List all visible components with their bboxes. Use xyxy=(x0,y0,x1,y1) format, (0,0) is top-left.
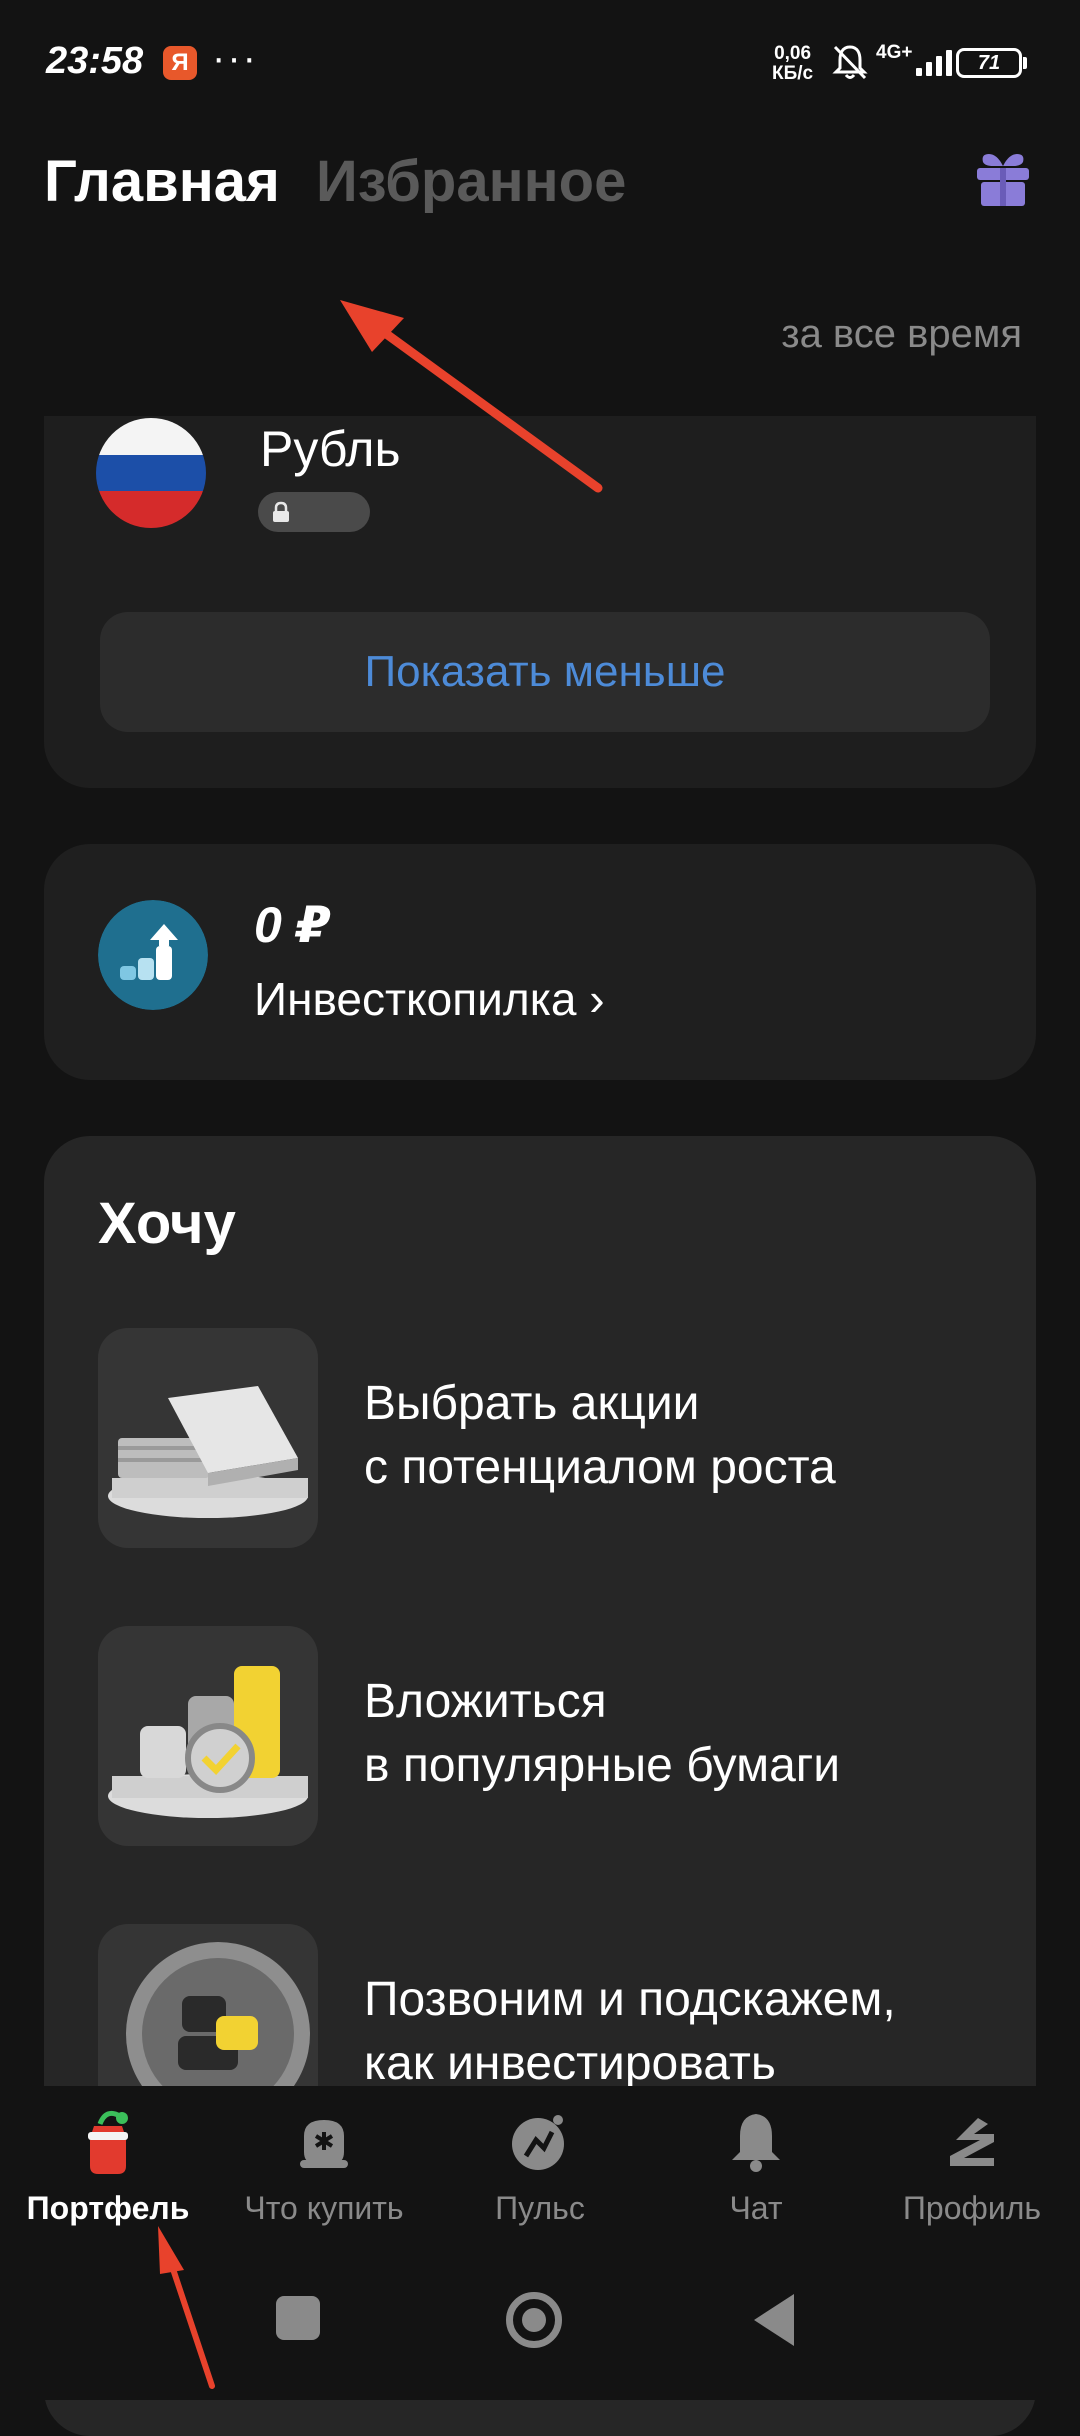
back-button[interactable] xyxy=(754,2294,794,2346)
nav-profile-label: Профиль xyxy=(902,2190,1042,2226)
tab-main[interactable]: Главная xyxy=(44,148,280,215)
item-stocks-growth[interactable]: Выбрать акции с потенциалом роста xyxy=(364,1372,1004,1500)
signal-icon xyxy=(916,46,952,76)
muted-bell-icon xyxy=(832,45,868,80)
period-selector[interactable]: за все время xyxy=(781,312,1022,357)
nav-pulse[interactable]: Пульс xyxy=(440,2104,640,2227)
popular-papers-tile[interactable] xyxy=(98,1626,318,1846)
investkopilka-icon xyxy=(98,900,208,1010)
item-line2: в популярные бумаги xyxy=(364,1739,841,1792)
item-line2: как инвестировать xyxy=(364,2037,776,2086)
nav-pulse-label: Пульс xyxy=(495,2190,585,2226)
profile-icon xyxy=(950,2118,994,2166)
status-time: 23:58 xyxy=(46,40,144,82)
russia-flag-icon xyxy=(96,418,206,528)
tab-favorites[interactable]: Избранное xyxy=(316,148,626,215)
popular-papers-icon xyxy=(108,1666,308,1818)
stocks-stack-icon xyxy=(108,1386,308,1518)
item-line1: Выбрать акции xyxy=(364,1377,700,1430)
investkopilka-link[interactable]: Инвесткопилка › xyxy=(254,972,605,1026)
item-popular-papers[interactable]: Вложиться в популярные бумаги xyxy=(364,1670,1004,1798)
what-to-buy-icon xyxy=(300,2120,348,2168)
network-speed-value: 0,06 xyxy=(774,43,812,64)
nav-what-to-buy-label: Что купить xyxy=(244,2190,404,2226)
investkopilka-amount: 0 ₽ xyxy=(254,897,331,953)
recent-apps-button[interactable] xyxy=(276,2296,320,2340)
network-speed-unit: КБ/с xyxy=(772,63,814,84)
nav-chat[interactable]: Чат xyxy=(656,2104,856,2227)
item-line1: Позвоним и подскажем, xyxy=(364,1973,896,2026)
currency-name[interactable]: Рубль xyxy=(260,420,401,478)
consultation-icon xyxy=(126,1942,310,2086)
network-type: 4G+ xyxy=(876,42,913,63)
battery-level: 71 xyxy=(977,51,1001,74)
lock-icon xyxy=(273,501,289,522)
stocks-growth-tile[interactable] xyxy=(98,1328,318,1548)
pulse-icon xyxy=(512,2115,564,2170)
hidden-balance[interactable] xyxy=(258,492,370,532)
nav-chat-label: Чат xyxy=(729,2190,783,2226)
nav-portfolio[interactable]: Портфель xyxy=(8,2104,208,2227)
gift-icon[interactable] xyxy=(975,150,1031,208)
app-notification-icon: Я xyxy=(163,46,197,80)
show-less-button[interactable]: Показать меньше xyxy=(100,612,990,732)
battery-tip xyxy=(1023,57,1027,69)
bell-icon xyxy=(732,2114,780,2172)
want-title: Хочу xyxy=(98,1191,236,1256)
more-notifications-icon: ··· xyxy=(212,36,258,80)
network-speed: 0,06 КБ/с xyxy=(772,44,813,84)
item-line1: Вложиться xyxy=(364,1675,607,1728)
nav-what-to-buy[interactable]: Что купить xyxy=(224,2104,424,2227)
consultation-tile[interactable] xyxy=(98,1924,318,2086)
nav-profile[interactable]: Профиль xyxy=(872,2104,1072,2227)
battery-icon: 71 xyxy=(956,48,1022,78)
item-consultation[interactable]: Позвоним и подскажем, как инвестировать xyxy=(364,1968,1004,2086)
portfolio-icon xyxy=(88,2110,128,2174)
home-button[interactable] xyxy=(506,2292,562,2348)
nav-portfolio-label: Портфель xyxy=(26,2190,190,2226)
item-line2: с потенциалом роста xyxy=(364,1441,836,1494)
